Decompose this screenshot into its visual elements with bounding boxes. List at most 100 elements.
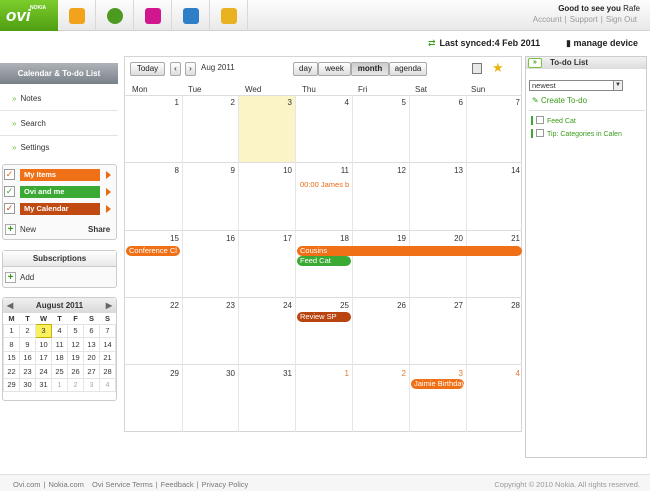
day-number[interactable]: 15 <box>159 234 179 243</box>
nokia-com-link[interactable]: Nokia.com <box>45 480 86 489</box>
day-number[interactable]: 24 <box>272 301 292 310</box>
new-calendar-link[interactable]: New <box>20 225 36 234</box>
mini-day[interactable]: 15 <box>3 350 20 365</box>
event-feed-cat[interactable]: Feed Cat <box>297 256 351 266</box>
mini-day[interactable]: 27 <box>83 364 100 379</box>
mini-day[interactable]: 4 <box>51 323 68 338</box>
sidebar-item-search[interactable]: » Search <box>12 119 46 128</box>
day-number[interactable]: 28 <box>500 301 520 310</box>
day-number[interactable]: 22 <box>159 301 179 310</box>
arrow-right-icon[interactable] <box>106 188 111 196</box>
event-james[interactable]: 00:00 James b <box>300 180 349 189</box>
star-icon[interactable]: ★ <box>492 60 504 76</box>
next-month-button[interactable]: › <box>185 62 196 76</box>
mini-day[interactable]: 4 <box>99 377 116 392</box>
privacy-link[interactable]: Privacy Policy <box>199 480 252 489</box>
day-number[interactable]: 31 <box>272 369 292 378</box>
mini-day[interactable]: 3 <box>83 377 100 392</box>
todo-sort-select[interactable]: newest ▼ <box>529 80 623 91</box>
day-number[interactable]: 8 <box>159 166 179 175</box>
day-number[interactable]: 5 <box>386 98 406 107</box>
event-jaimie-birthday[interactable]: Jaimie Birthday <box>411 379 464 389</box>
mini-day[interactable]: 16 <box>19 350 36 365</box>
event-review-sp[interactable]: Review SP <box>297 312 351 322</box>
mini-day[interactable]: 11 <box>51 337 68 352</box>
todo-item[interactable]: Feed Cat <box>531 116 576 125</box>
mini-day[interactable]: 13 <box>83 337 100 352</box>
day-number[interactable]: 16 <box>215 234 235 243</box>
day-number[interactable]: 21 <box>500 234 520 243</box>
day-number[interactable]: 25 <box>329 301 349 310</box>
share-link[interactable]: Share <box>88 225 110 234</box>
mini-day[interactable]: 28 <box>99 364 116 379</box>
day-number[interactable]: 23 <box>215 301 235 310</box>
mini-day[interactable]: 25 <box>51 364 68 379</box>
day-number[interactable]: 9 <box>215 166 235 175</box>
day-number[interactable]: 4 <box>329 98 349 107</box>
service-terms-link[interactable]: Ovi Service Terms <box>89 480 156 489</box>
day-number[interactable]: 7 <box>500 98 520 107</box>
event-cousins[interactable]: Cousins <box>297 246 522 256</box>
mini-day[interactable]: 2 <box>19 323 36 338</box>
add-subscription-link[interactable]: Add <box>20 273 34 282</box>
ovi-logo[interactable]: ovi NOKIA <box>0 0 58 31</box>
ovi-com-link[interactable]: Ovi.com <box>10 480 44 489</box>
print-icon[interactable] <box>472 63 482 74</box>
arrow-right-icon[interactable] <box>106 205 111 213</box>
mini-day-today[interactable]: 3 <box>35 323 52 338</box>
mini-day[interactable]: 5 <box>67 323 84 338</box>
mini-day[interactable]: 26 <box>67 364 84 379</box>
day-number[interactable]: 17 <box>272 234 292 243</box>
calendar-my-items[interactable]: ✓ My Items <box>4 169 114 182</box>
day-number[interactable]: 3 <box>443 369 463 378</box>
feedback-link[interactable]: Feedback <box>158 480 197 489</box>
mini-day[interactable]: 8 <box>3 337 20 352</box>
contacts-app-button[interactable] <box>58 0 96 31</box>
sidebar-item-settings[interactable]: » Settings <box>12 143 49 152</box>
mini-day[interactable]: 17 <box>35 350 52 365</box>
mini-day[interactable]: 29 <box>3 377 20 392</box>
day-number[interactable]: 10 <box>272 166 292 175</box>
sync-status[interactable]: ⇄ Last synced:4 Feb 2011 <box>428 38 540 49</box>
day-number[interactable]: 1 <box>329 369 349 378</box>
checkbox[interactable]: ✓ <box>4 203 15 214</box>
mini-day[interactable]: 18 <box>51 350 68 365</box>
day-number[interactable]: 29 <box>159 369 179 378</box>
tab-week[interactable]: week <box>318 62 351 76</box>
day-number[interactable]: 14 <box>500 166 520 175</box>
collapse-icon[interactable]: » <box>528 58 542 68</box>
tab-day[interactable]: day <box>293 62 318 76</box>
mini-day[interactable]: 10 <box>35 337 52 352</box>
day-number[interactable]: 26 <box>386 301 406 310</box>
prev-month-button[interactable]: ‹ <box>170 62 181 76</box>
day-number[interactable]: 1 <box>159 98 179 107</box>
day-number[interactable]: 6 <box>443 98 463 107</box>
prev-month-icon[interactable]: ◀ <box>7 298 13 313</box>
sign-out-link[interactable]: Sign Out <box>603 15 640 24</box>
tab-agenda[interactable]: agenda <box>389 62 427 76</box>
mini-day[interactable]: 20 <box>83 350 100 365</box>
checkbox[interactable]: ✓ <box>4 169 15 180</box>
day-number[interactable]: 2 <box>215 98 235 107</box>
manage-device-link[interactable]: ▮ manage device <box>566 38 638 49</box>
mini-day[interactable]: 14 <box>99 337 116 352</box>
plus-icon[interactable]: + <box>5 272 16 283</box>
day-number[interactable]: 4 <box>500 369 520 378</box>
next-month-icon[interactable]: ▶ <box>106 298 112 313</box>
music-app-button[interactable] <box>134 0 172 31</box>
mini-day[interactable]: 6 <box>83 323 100 338</box>
mini-day[interactable]: 31 <box>35 377 52 392</box>
mini-day[interactable]: 2 <box>67 377 84 392</box>
mini-day[interactable]: 21 <box>99 350 116 365</box>
maps-app-button[interactable] <box>96 0 134 31</box>
calendar-ovi-and-me[interactable]: ✓ Ovi and me <box>4 186 114 199</box>
mail-app-button[interactable] <box>210 0 248 31</box>
mini-day[interactable]: 1 <box>3 323 20 338</box>
mini-day[interactable]: 30 <box>19 377 36 392</box>
day-number[interactable]: 13 <box>443 166 463 175</box>
store-app-button[interactable] <box>172 0 210 31</box>
day-number[interactable]: 12 <box>386 166 406 175</box>
arrow-right-icon[interactable] <box>106 171 111 179</box>
checkbox[interactable] <box>536 129 544 137</box>
plus-icon[interactable]: + <box>5 224 16 235</box>
